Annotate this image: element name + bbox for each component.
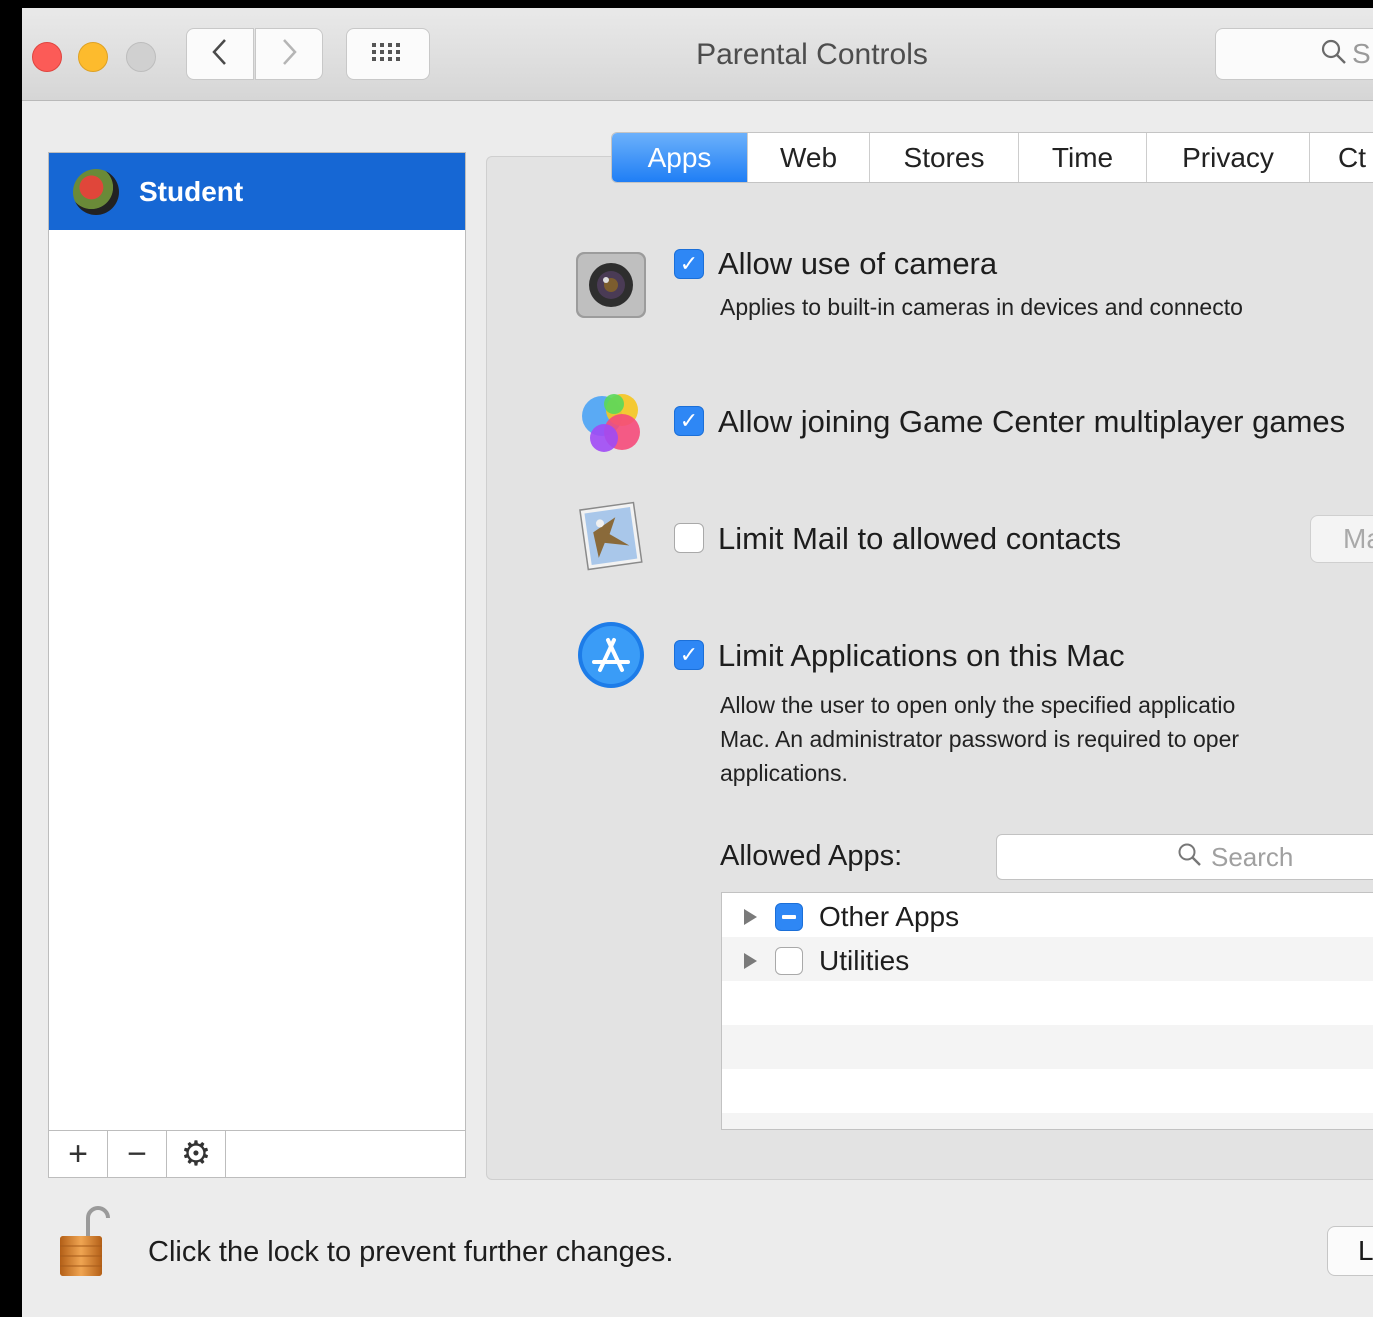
list-stripe bbox=[722, 1113, 1373, 1129]
limit-apps-description-line-1: Allow the user to open only the specifie… bbox=[720, 692, 1236, 718]
search-icon bbox=[1177, 842, 1203, 873]
game-center-icon bbox=[574, 386, 648, 460]
remove-user-button[interactable]: − bbox=[108, 1131, 167, 1177]
camera-description: Applies to built-in cameras in devices a… bbox=[720, 294, 1243, 320]
preferences-search-field[interactable]: S bbox=[1215, 28, 1373, 80]
game-center-checkbox[interactable]: ✓ bbox=[674, 406, 704, 436]
preferences-window: Parental Controls S Student + − ⚙ Apps W… bbox=[22, 8, 1373, 1317]
camera-label: Allow use of camera bbox=[718, 246, 998, 281]
allowed-apps-label: Allowed Apps: bbox=[720, 840, 903, 872]
logs-button[interactable]: L bbox=[1327, 1226, 1373, 1276]
limit-apps-checkbox[interactable]: ✓ bbox=[674, 640, 704, 670]
user-item-student[interactable]: Student bbox=[49, 153, 465, 230]
tab-privacy[interactable]: Privacy bbox=[1147, 133, 1310, 182]
tab-apps[interactable]: Apps bbox=[612, 133, 748, 182]
minus-icon: − bbox=[127, 1134, 147, 1173]
other-apps-checkbox[interactable] bbox=[775, 903, 803, 931]
tab-stores[interactable]: Stores bbox=[870, 133, 1019, 182]
list-item-label: Utilities bbox=[819, 945, 910, 976]
add-user-button[interactable]: + bbox=[49, 1131, 108, 1177]
allowed-apps-list: Other Apps Utilities bbox=[721, 892, 1373, 1130]
user-avatar bbox=[73, 168, 119, 215]
tab-other[interactable]: Ct bbox=[1310, 133, 1373, 182]
mail-label: Limit Mail to allowed contacts bbox=[718, 521, 1122, 556]
lock-message: Click the lock to prevent further change… bbox=[148, 1236, 674, 1268]
game-center-label: Allow joining Game Center multiplayer ga… bbox=[718, 404, 1346, 439]
mail-icon bbox=[574, 500, 648, 574]
list-item-utilities[interactable]: Utilities bbox=[722, 939, 1373, 983]
search-placeholder: S bbox=[1352, 38, 1371, 69]
plus-icon: + bbox=[68, 1134, 88, 1173]
limit-apps-label: Limit Applications on this Mac bbox=[718, 638, 1125, 673]
list-item-label: Other Apps bbox=[819, 901, 960, 932]
tab-web[interactable]: Web bbox=[748, 133, 870, 182]
user-name: Student bbox=[139, 175, 244, 207]
limit-apps-description-line-2: Mac. An administrator password is requir… bbox=[720, 726, 1240, 752]
checkmark-icon: ✓ bbox=[679, 408, 699, 433]
list-item-other-apps[interactable]: Other Apps bbox=[722, 895, 1373, 939]
user-list-toolbar: + − ⚙ bbox=[49, 1130, 465, 1177]
utilities-checkbox[interactable] bbox=[775, 947, 803, 975]
title-bar: Parental Controls S bbox=[22, 8, 1373, 101]
app-store-icon bbox=[574, 618, 648, 692]
unlocked-padlock-icon[interactable] bbox=[58, 1204, 112, 1278]
checkmark-icon: ✓ bbox=[679, 642, 699, 667]
tab-time[interactable]: Time bbox=[1019, 133, 1147, 182]
search-placeholder: Search bbox=[1211, 841, 1294, 872]
window-title: Parental Controls bbox=[696, 38, 928, 71]
manage-contacts-button[interactable]: Ma bbox=[1310, 515, 1373, 563]
search-icon bbox=[1320, 38, 1348, 71]
limit-apps-description-line-3: applications. bbox=[720, 760, 848, 786]
checkmark-icon: ✓ bbox=[679, 251, 699, 276]
gear-icon: ⚙ bbox=[180, 1135, 212, 1173]
list-stripe bbox=[722, 1025, 1373, 1069]
camera-icon bbox=[574, 248, 648, 322]
allowed-apps-search-field[interactable]: Search bbox=[996, 834, 1373, 880]
mail-checkbox[interactable] bbox=[674, 523, 704, 553]
action-menu-button[interactable]: ⚙ bbox=[167, 1131, 226, 1177]
user-list: Student + − ⚙ bbox=[48, 152, 466, 1178]
disclosure-triangle-icon[interactable] bbox=[744, 953, 757, 969]
tab-bar: Apps Web Stores Time Privacy Ct bbox=[611, 132, 1373, 183]
camera-checkbox[interactable]: ✓ bbox=[674, 249, 704, 279]
disclosure-triangle-icon[interactable] bbox=[744, 909, 757, 925]
